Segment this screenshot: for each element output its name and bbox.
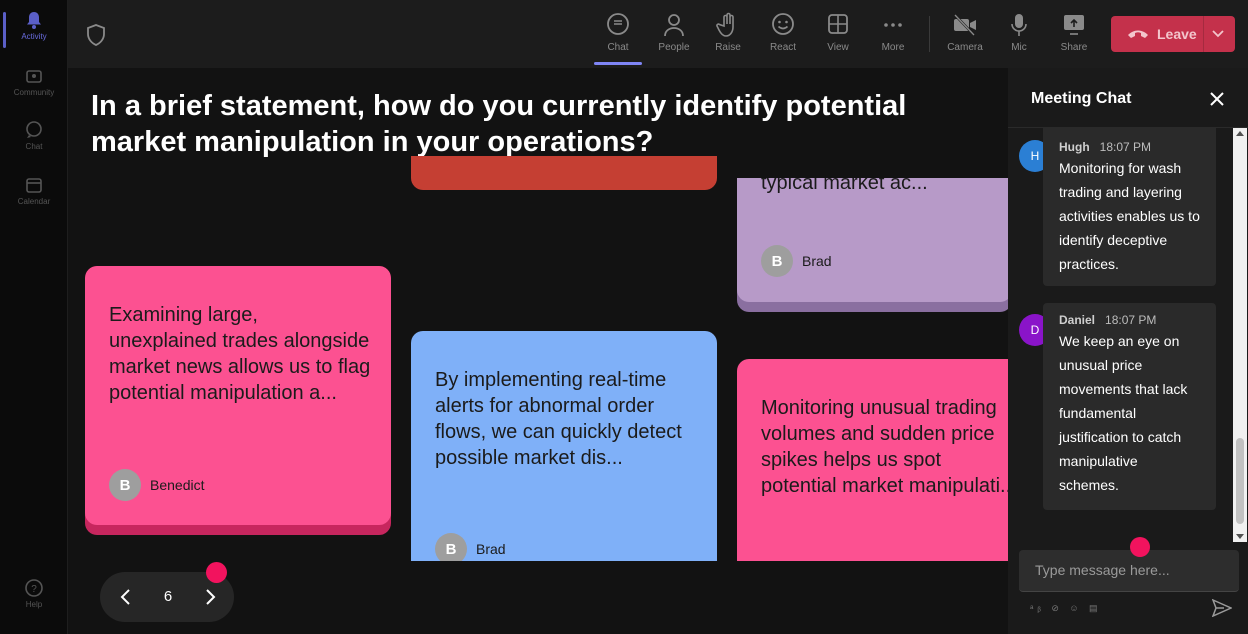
chat-message: Daniel 18:07 PM We keep an eye on unusual… [1043,303,1216,510]
toolbar-people-button[interactable]: People [648,12,700,53]
rail-calendar[interactable]: Calendar [0,175,68,206]
toolbar-people-label: People [658,42,690,53]
send-icon[interactable] [1212,599,1232,617]
page-number: 6 [163,588,173,605]
response-card[interactable] [411,156,717,190]
hang-up-icon [1128,30,1148,38]
hand-icon [716,12,734,37]
chat-input-placeholder: Type message here... [1035,562,1170,578]
avatar: B [761,245,793,277]
leave-divider [1203,16,1204,52]
card-text: Monitoring unusual trading volumes and s… [761,397,1008,497]
shield-icon[interactable] [86,24,106,46]
toolbar-more-label: More [881,42,905,53]
avatar: B [109,469,141,501]
microphone-icon [1011,14,1027,36]
avatar-initial: D [1030,323,1040,337]
toolbar-react-label: React [769,42,797,53]
scroll-up-arrow[interactable] [1236,131,1244,136]
response-card[interactable]: By implementing real-time alerts for abn… [411,331,717,561]
rail-chat[interactable]: Chat [0,120,68,151]
message-sender: Hugh [1059,140,1090,154]
rail-help-label: Help [25,600,43,609]
rail-chat-label: Chat [25,142,43,151]
author-name: Brad [476,541,506,557]
chevron-right-icon[interactable] [198,585,222,609]
leave-button[interactable]: Leave [1111,16,1235,52]
avatar-initial: H [1030,149,1040,163]
toolbar-view-label: View [827,42,849,53]
toolbar-mic-label: Mic [1011,42,1027,53]
rail-community-label: Community [13,88,55,97]
card-author: B Brad [761,245,832,277]
close-icon[interactable] [1208,90,1226,108]
chat-icon [607,13,629,35]
chat-messages[interactable]: H Hugh 18:07 PM Monitoring for wash tradi… [1008,128,1233,542]
card-text: Examining large, unexplained trades alon… [109,304,371,404]
rail-community[interactable]: Community [0,66,68,97]
chat-icon [26,121,42,138]
message-text: We keep an eye on unusual price movement… [1059,333,1188,493]
toolbar-view-button[interactable]: View [812,12,864,53]
rail-activity-label: Activity [21,32,47,41]
people-icon [664,14,684,37]
meeting-chat-panel: Meeting Chat H Hugh 18:07 PM Monitoring f… [1008,68,1248,634]
toolbar-raise-label: Raise [715,42,741,53]
app-rail: Activity Community Chat Calendar ? Help [0,0,68,634]
message-text: Monitoring for wash trading and layering… [1059,160,1200,272]
leave-label: Leave [1157,26,1197,42]
camera-off-icon [954,14,976,36]
response-card[interactable]: typical market ac... B Brad [737,178,1008,312]
toolbar-more-button[interactable]: More [867,12,919,53]
chat-message-input[interactable]: Type message here... [1019,550,1239,592]
rail-activity[interactable]: Activity [0,10,68,48]
more-icon [884,23,902,27]
author-name: Benedict [150,477,205,493]
toolbar-camera-label: Camera [947,42,983,53]
chat-message: Hugh 18:07 PM Monitoring for wash trading… [1043,128,1216,286]
card-author: B Brad [435,533,506,561]
share-screen-icon [1064,15,1084,35]
message-time: 18:07 PM [1099,140,1152,154]
smiley-icon [772,13,794,35]
rail-calendar-label: Calendar [17,197,51,206]
meeting-toolbar: Chat People Raise React View More Camera… [68,0,1248,68]
question-title: In a brief statement, how do you current… [91,90,907,158]
notification-dot [206,562,227,583]
toolbar-share-label: Share [1060,42,1088,53]
calendar-icon [26,178,42,193]
board-area: In a brief statement, how do you current… [68,68,1008,634]
card-text: typical market ac... [761,178,928,194]
svg-text:?: ? [31,584,37,595]
author-name: Brad [802,253,832,269]
message-time: 18:07 PM [1105,313,1157,327]
chat-title: Meeting Chat [1031,90,1132,107]
card-text: By implementing real-time alerts for abn… [435,369,682,469]
toolbar-react-button[interactable]: React [757,12,809,53]
toolbar-mic-button[interactable]: Mic [993,12,1045,53]
grid-icon [828,14,848,34]
chevron-down-icon[interactable] [1211,27,1225,41]
rail-help[interactable]: ? Help [0,578,68,609]
toolbar-divider [929,16,930,52]
card-author: B Benedict [109,469,204,501]
community-icon [26,70,42,83]
toolbar-chat-label: Chat [607,42,629,53]
response-card[interactable]: Examining large, unexplained trades alon… [85,266,391,535]
chevron-left-icon[interactable] [114,585,138,609]
format-toolbar[interactable]: ᵃᵦ ⊘ ☺ ▤ [1030,603,1102,614]
bell-icon [27,12,41,29]
toolbar-camera-button[interactable]: Camera [939,12,991,53]
scroll-down-arrow[interactable] [1236,534,1244,539]
notification-dot [1130,537,1150,557]
avatar: B [435,533,467,561]
toolbar-chat-button[interactable]: Chat [592,12,644,65]
toolbar-share-button[interactable]: Share [1048,12,1100,53]
scroll-thumb[interactable] [1236,438,1244,524]
response-card[interactable]: Monitoring unusual trading volumes and s… [737,359,1008,561]
help-icon: ? [25,579,43,597]
toolbar-raise-button[interactable]: Raise [702,12,754,53]
chat-scrollbar[interactable] [1233,128,1247,542]
message-sender: Daniel [1059,313,1096,327]
